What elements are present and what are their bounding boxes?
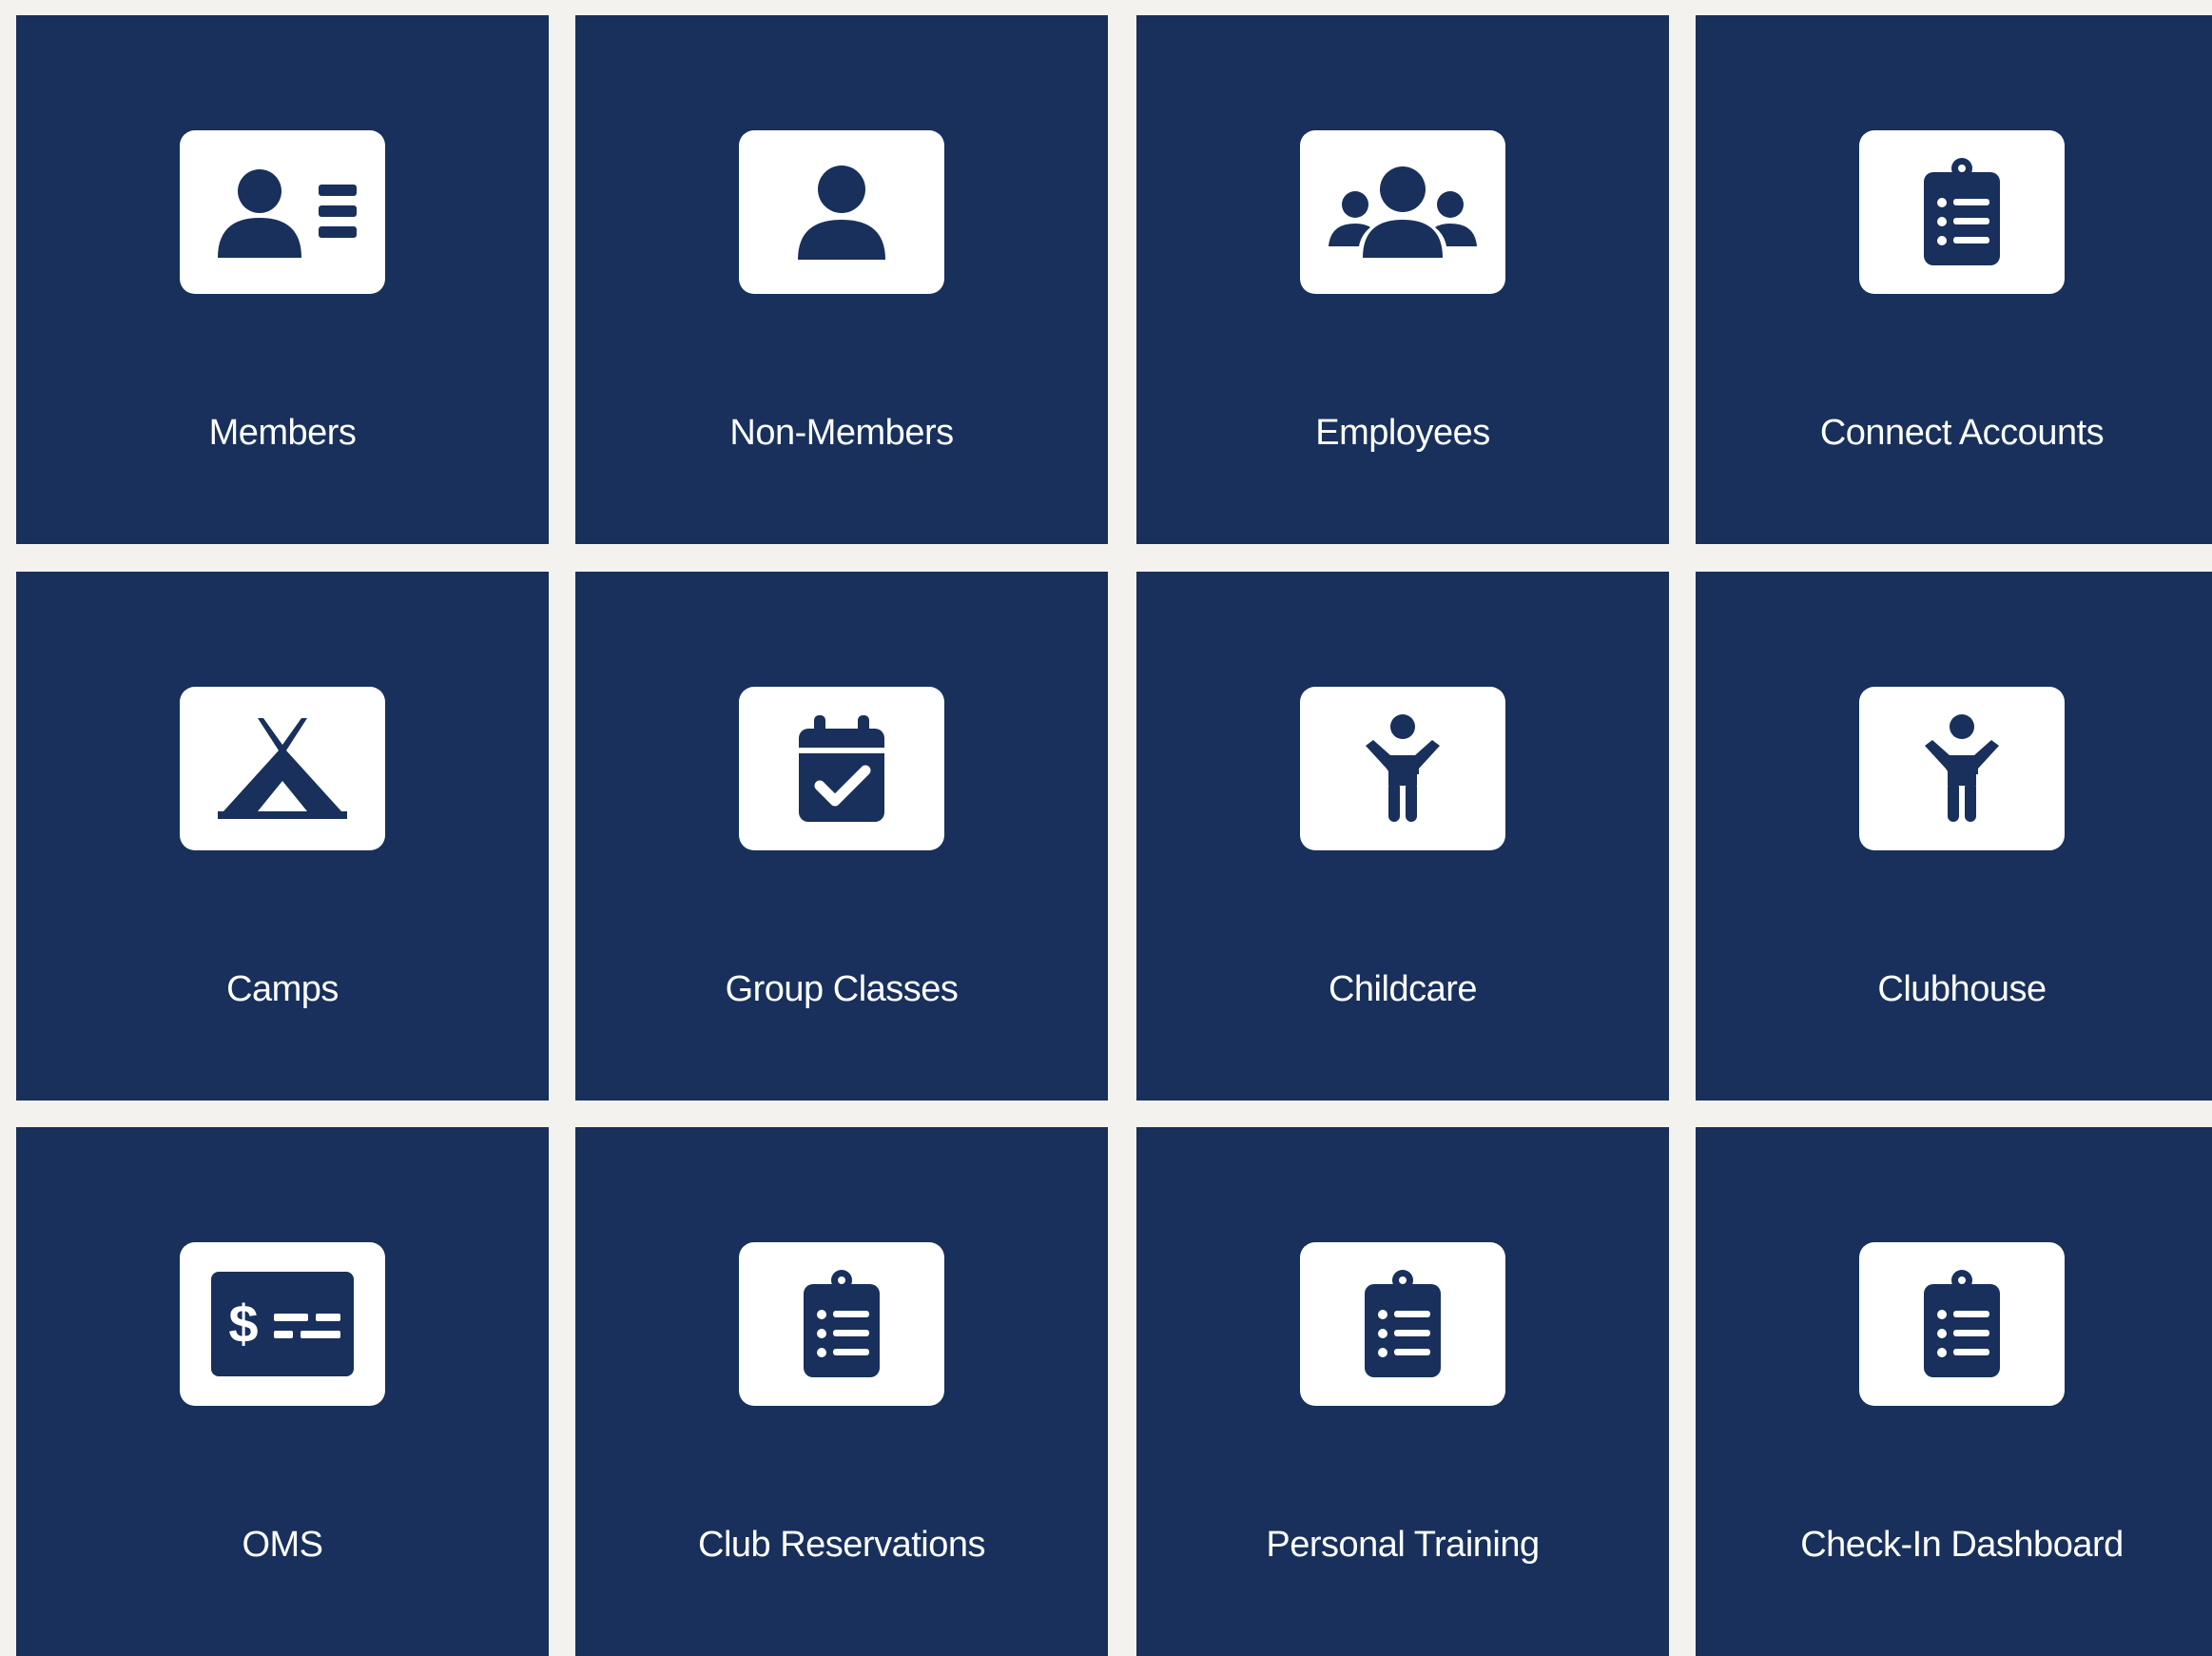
child-icon xyxy=(1925,714,1999,822)
clipboard-list-icon xyxy=(1365,1270,1441,1377)
icon-box: $ xyxy=(180,1242,385,1406)
tile-label: Camps xyxy=(226,969,339,1009)
users-group-icon xyxy=(1329,166,1477,258)
money-check-icon: $ xyxy=(211,1272,354,1376)
icon-box xyxy=(1859,1242,2065,1406)
tile-label: Members xyxy=(208,413,357,453)
icon-box xyxy=(180,130,385,294)
icon-box xyxy=(180,687,385,850)
tile-clubhouse[interactable]: Clubhouse xyxy=(1696,572,2212,1101)
user-icon xyxy=(798,166,885,260)
tile-label: Club Reservations xyxy=(698,1525,985,1565)
tile-employees[interactable]: Employees xyxy=(1136,15,1669,544)
icon-box xyxy=(1300,1242,1505,1406)
icon-box xyxy=(1300,130,1505,294)
tile-label: Employees xyxy=(1315,413,1490,453)
tile-label: Clubhouse xyxy=(1877,969,2047,1009)
icon-box xyxy=(739,1242,944,1406)
tile-personal-training[interactable]: Personal Training xyxy=(1136,1127,1669,1656)
icon-box xyxy=(1859,130,2065,294)
tile-label: Personal Training xyxy=(1266,1525,1540,1565)
id-card-icon xyxy=(218,169,357,258)
icon-box xyxy=(1859,687,2065,850)
tile-club-reservations[interactable]: Club Reservations xyxy=(575,1127,1108,1656)
tile-childcare[interactable]: Childcare xyxy=(1136,572,1669,1101)
svg-text:$: $ xyxy=(228,1294,258,1354)
tile-label: Connect Accounts xyxy=(1819,413,2105,453)
calendar-check-icon xyxy=(799,715,884,822)
clipboard-list-icon xyxy=(804,1270,880,1377)
tile-members[interactable]: Members xyxy=(16,15,549,544)
child-icon xyxy=(1366,714,1440,822)
clipboard-list-icon xyxy=(1924,1270,2000,1377)
tile-label: Non-Members xyxy=(729,413,954,453)
icon-box xyxy=(739,687,944,850)
tile-label: Group Classes xyxy=(725,969,959,1009)
tile-label: Childcare xyxy=(1328,969,1478,1009)
tile-label: OMS xyxy=(242,1525,323,1565)
tile-non-members[interactable]: Non-Members xyxy=(575,15,1108,544)
tile-check-in-dashboard[interactable]: Check-In Dashboard xyxy=(1696,1127,2212,1656)
tile-oms[interactable]: $ OMS xyxy=(16,1127,549,1656)
icon-box xyxy=(739,130,944,294)
tile-group-classes[interactable]: Group Classes xyxy=(575,572,1108,1101)
tile-camps[interactable]: Camps xyxy=(16,572,549,1101)
clipboard-list-icon xyxy=(1924,158,2000,265)
tile-label: Check-In Dashboard xyxy=(1800,1525,2124,1565)
icon-box xyxy=(1300,687,1505,850)
tile-connect-accounts[interactable]: Connect Accounts xyxy=(1696,15,2212,544)
tent-icon xyxy=(218,718,347,819)
module-grid: Members Non-Members Employees Connect Ac… xyxy=(0,0,2212,1656)
